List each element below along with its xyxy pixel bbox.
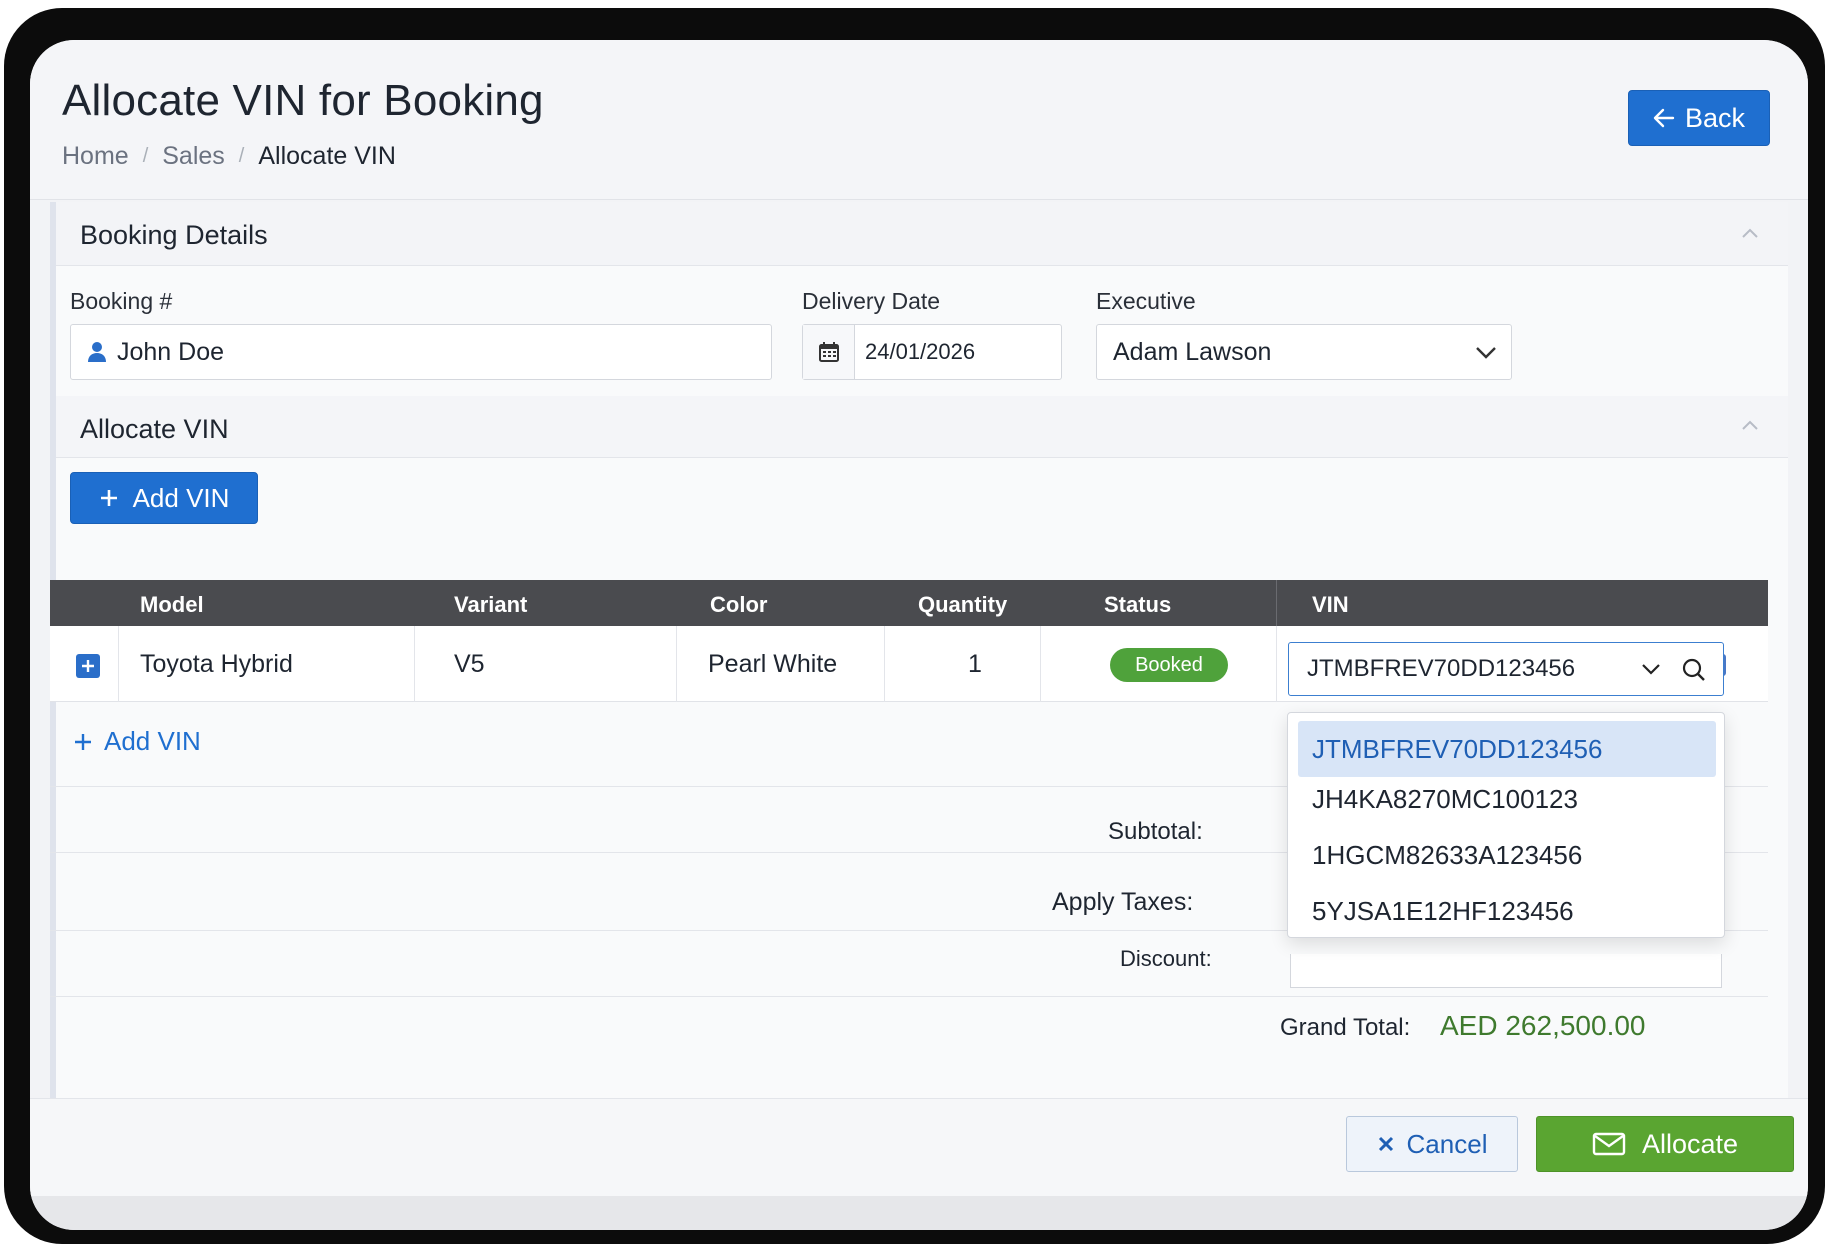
executive-label: Executive — [1096, 288, 1196, 314]
column-header-variant: Variant — [454, 592, 528, 617]
close-icon — [1378, 1136, 1393, 1152]
breadcrumb-sales[interactable]: Sales — [162, 142, 225, 171]
apply-taxes-label: Apply Taxes: — [1052, 888, 1194, 916]
chevron-up-icon[interactable] — [1740, 416, 1760, 436]
allocate-button[interactable]: Allocate — [1536, 1116, 1794, 1172]
cell-quantity: 1 — [968, 650, 982, 678]
add-vin-link-label: Add VIN — [104, 726, 201, 756]
booking-number-label: Booking # — [70, 288, 173, 314]
vin-select-value: JTMBFREV70DD123456 — [1307, 655, 1576, 682]
page-title: Allocate VIN for Booking — [62, 76, 544, 125]
vin-option[interactable]: 5YJSA1E12HF123456 — [1298, 883, 1716, 939]
cell-variant: V5 — [454, 650, 485, 678]
delivery-date-value: 24/01/2026 — [865, 339, 976, 364]
cancel-button[interactable]: Cancel — [1346, 1116, 1518, 1172]
add-vin-button-label: Add VIN — [132, 482, 230, 513]
add-vin-button[interactable]: Add VIN — [70, 472, 258, 524]
calendar-icon — [818, 342, 839, 362]
chevron-up-icon[interactable] — [1740, 224, 1760, 244]
grand-total-label: Grand Total: — [1280, 1014, 1411, 1041]
back-label: Back — [1684, 102, 1746, 133]
executive-select[interactable]: Adam Lawson — [1096, 324, 1512, 380]
envelope-icon — [1592, 1132, 1626, 1156]
breadcrumb-current: Allocate VIN — [258, 142, 396, 170]
booking-number-field[interactable]: John Doe — [70, 324, 772, 380]
vin-dropdown-menu: JTMBFREV70DD123456 JH4KA8270MC100123 1HG… — [1287, 712, 1725, 938]
arrow-left-icon — [1653, 108, 1675, 128]
vin-option[interactable]: 1HGCM82633A123456 — [1298, 827, 1716, 883]
allocate-vin-header[interactable]: Allocate VIN — [56, 396, 1788, 458]
plus-icon — [75, 733, 91, 750]
plus-icon — [100, 490, 117, 506]
discount-input[interactable] — [1290, 954, 1722, 988]
executive-value: Adam Lawson — [1113, 337, 1272, 366]
vin-option[interactable]: JTMBFREV70DD123456 — [1298, 721, 1716, 777]
booking-details-title: Booking Details — [80, 220, 268, 250]
cancel-label: Cancel — [1406, 1128, 1488, 1159]
grand-total-value: AED 262,500.00 — [1440, 1010, 1646, 1041]
column-header-model: Model — [140, 592, 204, 617]
breadcrumb: Home / Sales / Allocate VIN — [62, 142, 396, 171]
app-screen: Allocate VIN for Booking Home / Sales / … — [30, 40, 1808, 1230]
breadcrumb-home[interactable]: Home — [62, 142, 129, 171]
delivery-date-label: Delivery Date — [802, 288, 941, 314]
page-header: Allocate VIN for Booking Home / Sales / … — [30, 40, 1808, 200]
column-header-status: Status — [1104, 592, 1172, 617]
expand-row-icon[interactable] — [76, 654, 100, 678]
column-header-color: Color — [710, 592, 768, 617]
allocate-label: Allocate — [1641, 1128, 1739, 1159]
back-button[interactable]: Back — [1628, 90, 1770, 146]
column-header-vin: VIN — [1312, 592, 1349, 617]
user-icon — [88, 342, 106, 362]
calendar-button[interactable] — [803, 325, 855, 379]
booking-number-value: John Doe — [117, 337, 225, 366]
table-header: Model Variant Color Quantity Status VIN — [50, 580, 1768, 626]
booking-details-header[interactable]: Booking Details — [56, 202, 1788, 266]
status-badge: Booked — [1110, 648, 1228, 682]
allocate-vin-title: Allocate VIN — [80, 414, 229, 444]
cell-model: Toyota Hybrid — [140, 650, 293, 678]
cell-color: Pearl White — [708, 650, 838, 678]
search-icon[interactable] — [1681, 657, 1707, 683]
vin-select[interactable]: JTMBFREV70DD123456 — [1288, 642, 1724, 696]
discount-label: Discount: — [1120, 946, 1212, 971]
vin-option[interactable]: JH4KA8270MC100123 — [1298, 771, 1716, 827]
delivery-date-field[interactable]: 24/01/2026 — [802, 324, 1062, 380]
tablet-frame: Allocate VIN for Booking Home / Sales / … — [4, 8, 1825, 1244]
column-header-quantity: Quantity — [918, 592, 1008, 617]
add-vin-link[interactable]: Add VIN — [74, 726, 201, 757]
subtotal-label: Subtotal: — [1108, 818, 1203, 845]
chevron-down-icon[interactable] — [1641, 663, 1661, 677]
chevron-down-icon — [1476, 347, 1496, 359]
